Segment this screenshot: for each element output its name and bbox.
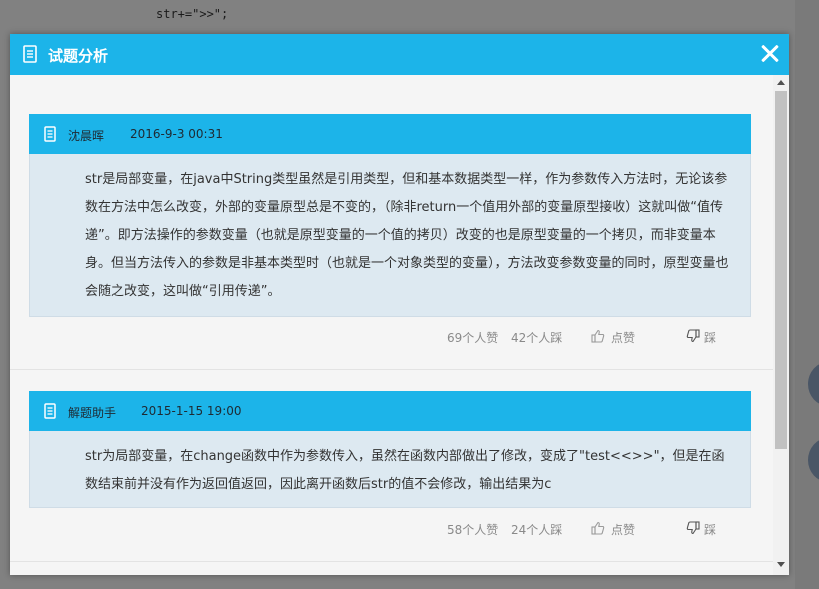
comment-time: 2015-1-15 19:00 <box>141 404 242 418</box>
comment-text: str是局部变量，在java中String类型虽然是引用类型，但和基本数据类型一… <box>29 154 751 317</box>
comment-divider <box>10 561 773 562</box>
background-code-line: str+=">>"; <box>156 7 229 21</box>
comment-author[interactable]: 解题助手 <box>68 404 116 421</box>
dislike-button[interactable]: 踩 <box>704 521 716 538</box>
comment-footer: 69个人赞 42个人踩 点赞 踩 <box>29 321 751 351</box>
like-count: 58个人赞 <box>447 523 499 537</box>
comment-time: 2016-9-3 00:31 <box>130 127 223 141</box>
document-icon <box>23 45 37 63</box>
modal-body: 沈晨晖 2016-9-3 00:31 str是局部变量，在java中String… <box>10 75 789 575</box>
comment-header: 解题助手 2015-1-15 19:00 <box>29 391 751 431</box>
comment-list[interactable]: 沈晨晖 2016-9-3 00:31 str是局部变量，在java中String… <box>10 75 773 575</box>
comment-text: str为局部变量，在change函数中作为参数传入，虽然在函数内部做出了修改，变… <box>29 431 751 508</box>
document-icon <box>44 126 56 142</box>
comment-footer: 58个人赞 24个人踩 点赞 踩 <box>29 513 751 543</box>
like-button[interactable]: 点赞 <box>611 521 635 538</box>
analysis-modal: 试题分析 沈晨晖 2016-9-3 00:31 str是局部变量，在java中S… <box>10 34 789 575</box>
scrollbar-thumb[interactable] <box>775 91 787 449</box>
dislike-button[interactable]: 踩 <box>704 329 716 346</box>
scroll-up-arrow-icon[interactable] <box>777 80 785 85</box>
comment-author[interactable]: 沈晨晖 <box>68 127 104 144</box>
thumbs-down-icon[interactable] <box>686 521 700 535</box>
close-button[interactable] <box>758 42 782 66</box>
background-right-panel <box>795 0 819 589</box>
thumbs-up-icon[interactable] <box>591 329 605 343</box>
vertical-scrollbar[interactable] <box>773 75 789 575</box>
like-button[interactable]: 点赞 <box>611 329 635 346</box>
comment-divider <box>10 369 773 370</box>
comment-header: 沈晨晖 2016-9-3 00:31 <box>29 114 751 154</box>
modal-header: 试题分析 <box>10 34 789 75</box>
dislike-count: 42个人踩 <box>511 331 563 345</box>
document-icon <box>44 403 56 419</box>
scroll-down-arrow-icon[interactable] <box>777 562 785 567</box>
dislike-count: 24个人踩 <box>511 523 563 537</box>
modal-title: 试题分析 <box>48 47 109 65</box>
thumbs-up-icon[interactable] <box>591 521 605 535</box>
like-count: 69个人赞 <box>447 331 499 345</box>
thumbs-down-icon[interactable] <box>686 329 700 343</box>
